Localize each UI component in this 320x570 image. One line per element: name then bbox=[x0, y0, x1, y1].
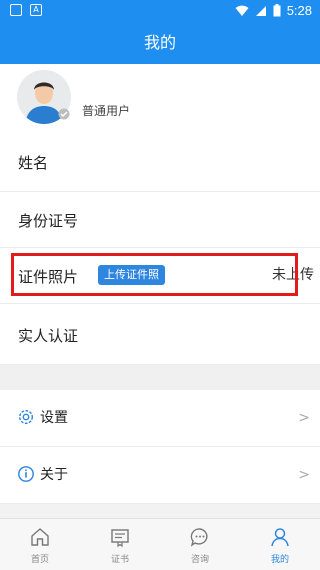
chevron-right-icon: > bbox=[298, 410, 310, 426]
certificate-icon bbox=[111, 529, 129, 547]
wifi-icon bbox=[235, 5, 249, 16]
username: 普通用户 bbox=[82, 104, 131, 118]
chevron-right-icon: > bbox=[298, 467, 310, 483]
name-label: 姓名 bbox=[18, 154, 49, 172]
tab-mine-label: 我的 bbox=[270, 555, 289, 565]
verify-row[interactable]: 实人认证 bbox=[0, 304, 320, 365]
tab-consult-label: 咨询 bbox=[190, 555, 209, 565]
highlight-box bbox=[11, 253, 298, 296]
battery-icon bbox=[273, 4, 281, 17]
profile-card[interactable]: 普通用户 bbox=[0, 64, 320, 132]
user-icon bbox=[271, 528, 289, 547]
id-number-label: 身份证号 bbox=[18, 212, 79, 230]
tab-consult[interactable]: 咨询 bbox=[160, 519, 240, 570]
signal-icon bbox=[255, 5, 266, 16]
page-header: 我的 bbox=[0, 24, 320, 64]
tab-certificate[interactable]: 证书 bbox=[80, 519, 160, 570]
avatar-badge-icon bbox=[58, 108, 70, 120]
about-row[interactable]: 关于 > bbox=[0, 447, 320, 504]
tab-mine[interactable]: 我的 bbox=[240, 519, 320, 570]
settings-row[interactable]: 设置 > bbox=[0, 390, 320, 447]
page-title: 我的 bbox=[143, 33, 176, 52]
tab-certificate-label: 证书 bbox=[110, 555, 129, 565]
about-label: 关于 bbox=[40, 467, 68, 483]
tab-home-label: 首页 bbox=[30, 555, 49, 565]
bottom-tab-bar: 首页 证书 咨询 我的 bbox=[0, 518, 320, 570]
tab-home[interactable]: 首页 bbox=[0, 519, 80, 570]
info-icon bbox=[18, 466, 34, 482]
name-row[interactable]: 姓名 bbox=[0, 131, 320, 192]
id-number-row[interactable]: 身份证号 bbox=[0, 192, 320, 248]
status-bar: A 5:28 bbox=[0, 0, 320, 24]
section-divider bbox=[0, 365, 320, 390]
home-icon bbox=[31, 528, 49, 546]
verify-label: 实人认证 bbox=[18, 327, 79, 345]
clock: 5:28 bbox=[286, 3, 312, 18]
gear-icon bbox=[18, 409, 34, 425]
chat-icon bbox=[190, 528, 208, 547]
app-a-icon: A bbox=[30, 4, 42, 16]
notification-square-icon bbox=[10, 4, 22, 16]
settings-label: 设置 bbox=[40, 410, 68, 426]
